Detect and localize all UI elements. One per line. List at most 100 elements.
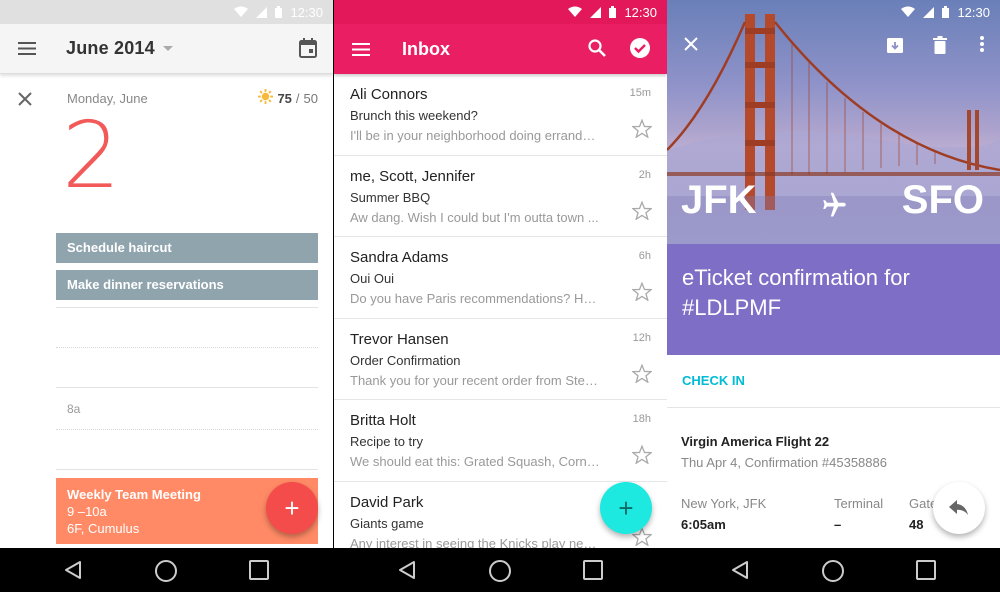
email-subject: Summer BBQ (350, 189, 431, 205)
date-number: 2 (62, 102, 121, 209)
divider (56, 307, 318, 308)
email-preview: Aw dang. Wish I could but I'm outta town… (350, 209, 599, 225)
close-icon[interactable] (683, 36, 699, 57)
time-marker: 8a (67, 402, 81, 416)
battery-icon (609, 6, 617, 18)
star-icon[interactable] (631, 281, 653, 306)
email-row[interactable]: Britta Holt Recipe to try We should eat … (334, 400, 667, 482)
divider (667, 407, 1000, 408)
gate-value: 48 (909, 517, 924, 532)
email-subject: Recipe to try (350, 434, 423, 449)
temp-high: 75 (277, 90, 292, 106)
reply-button[interactable] (933, 482, 985, 534)
battery-icon (942, 6, 950, 18)
reply-icon (949, 500, 968, 515)
terminal-value: – (834, 517, 842, 532)
status-bar: 12:30 (334, 0, 667, 24)
calendar-icon[interactable] (299, 38, 317, 63)
email-time: 18h (632, 413, 651, 425)
home-icon[interactable] (488, 559, 512, 588)
hero-image: 12:30 JFK SFO (667, 0, 1000, 244)
email-time: 12h (632, 331, 651, 344)
email-sender: Trevor Hansen (350, 330, 449, 348)
battery-icon (275, 6, 283, 18)
email-sender: me, Scott, Jennifer (350, 167, 476, 185)
archive-icon[interactable] (886, 36, 904, 59)
status-time: 12:30 (624, 4, 657, 20)
star-icon[interactable] (631, 362, 653, 388)
email-sender: Britta Holt (350, 412, 416, 429)
status-time: 12:30 (290, 4, 323, 20)
email-preview: Any interest in seeing the Knicks play n… (350, 535, 600, 549)
email-sender: Ali Connors (350, 86, 428, 103)
star-icon[interactable] (631, 199, 653, 225)
origin-label: New York, JFK (681, 496, 767, 511)
ticket-title: eTicket confirmation for #LDLPMF (667, 244, 1000, 355)
task-item[interactable]: Schedule haircut (56, 233, 318, 263)
calendar-screen: 12:30 June 2014 Monday, June 75 / 50 2 S… (0, 0, 333, 548)
month-title[interactable]: June 2014 (66, 38, 155, 59)
status-bar: 12:30 (667, 0, 1000, 24)
recents-icon[interactable] (249, 560, 269, 585)
inbox-screen: 12:30 Inbox Ali Connors Brunch this week… (334, 0, 667, 548)
compose-button[interactable]: + (600, 482, 652, 534)
sun-icon (258, 89, 274, 107)
origin-column: New York, JFK 6:05am (681, 496, 766, 532)
divider (56, 429, 318, 430)
email-subject: Oui Oui (350, 271, 395, 286)
menu-button[interactable] (336, 24, 386, 74)
confirmation-number: Thu Apr 4, Confirmation #45358886 (681, 455, 887, 470)
back-icon[interactable] (397, 560, 417, 585)
temp-separator: / (295, 90, 300, 106)
home-icon[interactable] (154, 559, 178, 588)
inbox-toolbar: Inbox (334, 24, 667, 74)
temp-low: 50 (303, 90, 318, 106)
check-circle-icon[interactable] (629, 37, 651, 64)
email-time: 15m (629, 87, 651, 99)
signal-icon (590, 6, 602, 18)
back-icon[interactable] (730, 560, 750, 585)
wifi-icon (901, 6, 916, 18)
menu-icon (352, 42, 370, 56)
plus-icon: + (618, 492, 634, 523)
add-event-button[interactable]: + (266, 482, 318, 534)
check-in-button[interactable]: CHECK IN (682, 373, 745, 388)
origin-time: 6:05am (681, 517, 726, 532)
back-icon[interactable] (63, 560, 83, 585)
search-icon[interactable] (587, 38, 607, 63)
flight-name: Virgin America Flight 22 (681, 434, 830, 449)
chevron-down-icon[interactable] (162, 46, 173, 51)
ticket-screen: 12:30 JFK SFO eTicket confirmation for #… (667, 0, 1000, 548)
recents-icon[interactable] (583, 560, 603, 585)
flight-route: JFK SFO (667, 178, 1000, 228)
origin-code: JFK (681, 178, 757, 222)
airplane-icon (817, 184, 847, 229)
page-title: Inbox (402, 38, 450, 59)
email-row[interactable]: me, Scott, Jennifer Summer BBQ Aw dang. … (334, 156, 667, 237)
email-preview: We should eat this: Grated Squash, Corn,… (350, 454, 600, 469)
email-row[interactable]: Ali Connors Brunch this weekend? I'll be… (334, 74, 667, 156)
menu-button[interactable] (0, 24, 54, 74)
signal-icon (256, 6, 268, 18)
email-list: Ali Connors Brunch this weekend? I'll be… (334, 74, 667, 548)
email-preview: I'll be in your neighborhood doing erran… (350, 128, 600, 143)
terminal-label: Terminal (834, 496, 884, 511)
plus-icon: + (284, 493, 300, 523)
email-row[interactable]: Trevor Hansen Order Confirmation Thank y… (334, 319, 667, 400)
delete-icon[interactable] (933, 36, 947, 59)
wifi-icon (568, 6, 583, 18)
email-sender: Sandra Adams (350, 249, 449, 266)
star-icon[interactable] (631, 118, 653, 143)
more-icon[interactable] (980, 36, 984, 57)
email-preview: Do you have Paris recommendations? Hav..… (350, 291, 600, 306)
star-icon[interactable] (631, 444, 653, 469)
weather-summary: 75 / 50 (258, 89, 318, 107)
home-icon[interactable] (821, 559, 845, 588)
email-subject: Order Confirmation (350, 352, 461, 368)
ticket-actions (667, 36, 1000, 60)
recents-icon[interactable] (916, 560, 936, 585)
divider (56, 387, 318, 388)
task-item[interactable]: Make dinner reservations (56, 270, 318, 300)
email-row[interactable]: Sandra Adams Oui Oui Do you have Paris r… (334, 237, 667, 319)
close-icon[interactable] (17, 91, 33, 112)
